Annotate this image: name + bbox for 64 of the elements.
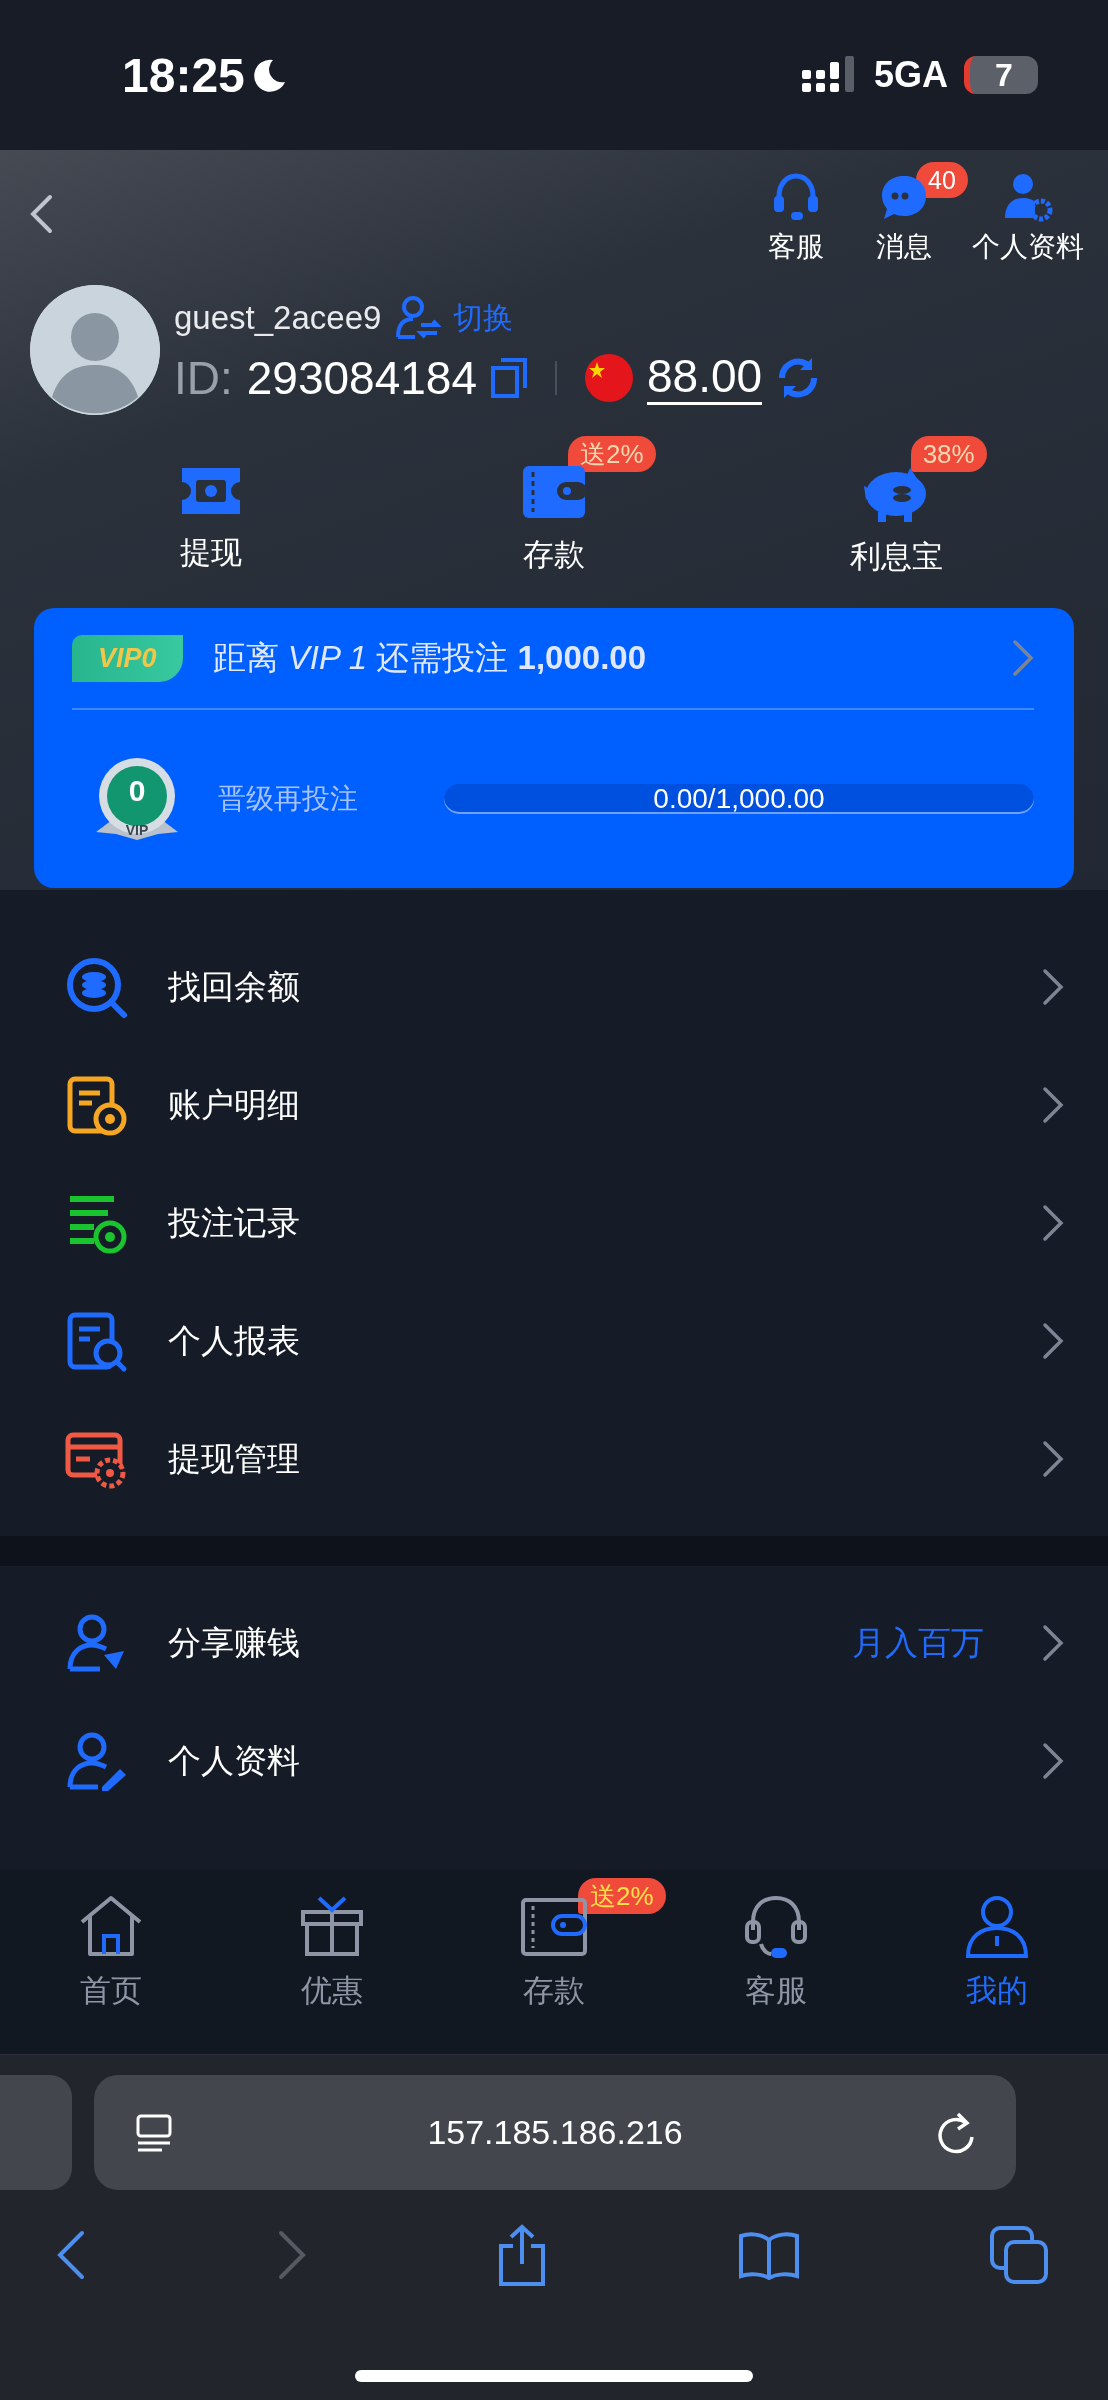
network-label: 5GA [873,54,948,96]
balance-amount: 88.00 [647,351,763,405]
header-action[interactable]: 个人资料 [972,172,1084,266]
menu-label: 分享赚钱 [168,1622,300,1663]
menu-label: 提现管理 [168,1438,300,1479]
menu-item[interactable]: 找回余额 [0,928,1108,1046]
headset-icon [771,172,821,222]
menu-item[interactable]: 提现管理 [0,1400,1108,1518]
menu-label: 个人资料 [168,1740,300,1781]
promo-badge: 38% [910,436,987,472]
back-icon[interactable] [28,194,54,234]
vip-card[interactable]: VIP0 距离 VIP 1 还需投注 1,000.00 0 VIP 晋级再投注 0.00/1,000.00 [34,608,1074,888]
user-id: 293084184 [246,351,478,405]
tabs-icon[interactable] [990,2226,1048,2284]
url-text: 157.185.186.216 [426,2113,684,2152]
chevron-right-icon [1042,1624,1064,1662]
menu-label: 账户明细 [168,1084,300,1125]
wallet-icon [521,464,587,520]
header-action[interactable]: 客服 [756,172,836,266]
username: guest_2acee9 [174,299,382,337]
menu-label: 个人报表 [168,1320,300,1361]
menu-item[interactable]: 投注记录 [0,1164,1108,1282]
user-swap-icon [395,295,442,341]
menu-item[interactable]: 个人报表 [0,1282,1108,1400]
menu-item[interactable]: 个人资料 [0,1702,1108,1820]
moon-icon [252,58,287,92]
tab-bar-item[interactable]: 优惠 [272,1892,393,2012]
id-label: ID: [174,351,233,405]
menu-item[interactable]: 账户明细 [0,1046,1108,1164]
progress-text: 0.00/1,000.00 [652,784,826,814]
avatar-icon [30,285,160,415]
menu-item[interactable]: 分享赚钱 月入百万 [0,1584,1108,1702]
coin-search-icon [64,955,128,1019]
tab-bar-item[interactable]: 首页 [50,1892,171,2012]
copy-icon[interactable] [491,358,528,398]
battery-icon: 7 [964,56,1038,94]
chevron-right-icon [1042,1086,1064,1124]
vip-message: 距离 VIP 1 还需投注 1,000.00 [212,637,647,678]
progress-label: 晋级再投注 [218,782,359,816]
promo-badge: 送2% [568,436,656,472]
tab-bar-item[interactable]: 我的 [937,1892,1058,2012]
promo-text: 月入百万 [852,1622,984,1663]
chevron-right-icon [1042,1204,1064,1242]
share-icon[interactable] [497,2224,547,2286]
address-bar[interactable]: 157.185.186.216 [94,2075,1016,2190]
menu-label: 找回余额 [168,966,300,1007]
back-icon[interactable] [56,2230,86,2280]
user-gear-icon [1003,172,1053,222]
chevron-right-icon [1042,1440,1064,1478]
flag-icon [585,354,634,402]
reload-icon[interactable] [936,2110,976,2155]
reader-icon [134,2112,174,2153]
quick-action[interactable]: 提现 [121,464,302,574]
chevron-right-icon [1042,1742,1064,1780]
chevron-right-icon [1042,968,1064,1006]
clock-time: 18:25 [122,47,245,103]
vip-tag: VIP0 [72,634,183,682]
promo-badge: 送2% [578,1878,666,1914]
bookmarks-icon[interactable] [737,2230,800,2280]
chevron-right-icon [1012,639,1034,677]
menu-label: 投注记录 [168,1202,300,1243]
tab-bar-item[interactable]: 客服 [715,1892,836,2012]
chevron-right-icon [1042,1322,1064,1360]
count-badge: 40 [916,162,968,198]
